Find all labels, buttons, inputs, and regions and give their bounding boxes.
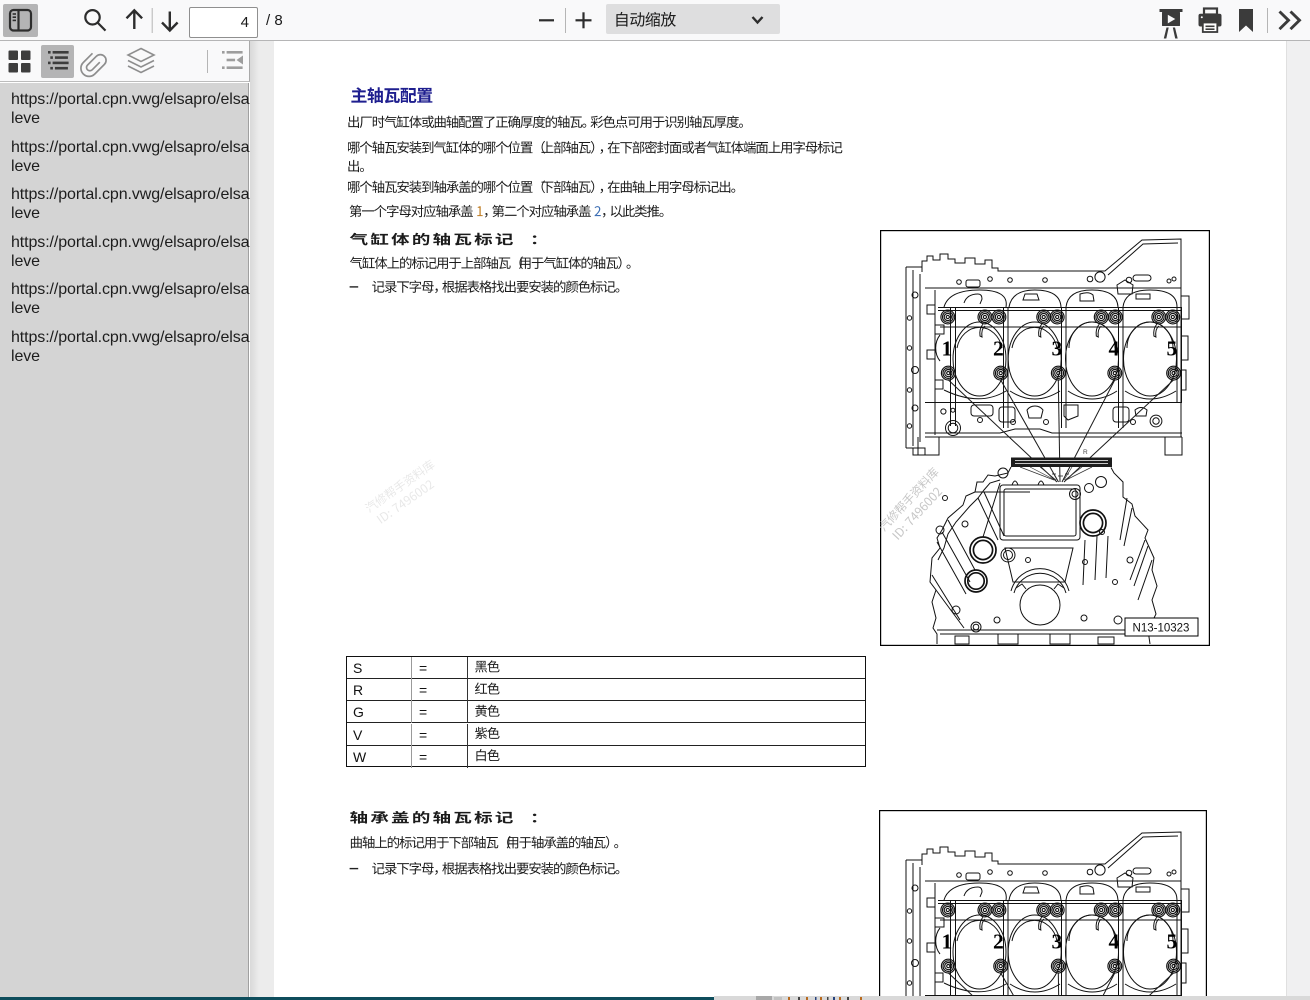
- svg-text:N13-10323: N13-10323: [1133, 623, 1190, 635]
